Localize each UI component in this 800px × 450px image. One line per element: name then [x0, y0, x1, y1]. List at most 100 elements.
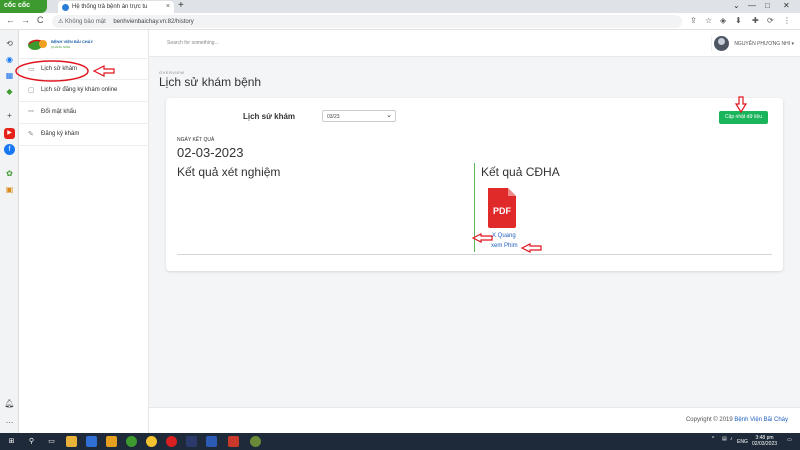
add-icon[interactable]: +: [4, 110, 15, 121]
back-button[interactable]: ←: [6, 15, 15, 25]
result-date-label: NGÀY KẾT QUẢ: [177, 137, 215, 143]
avatar: [714, 36, 730, 51]
sidebar-item-exam-history[interactable]: ▭ Lịch sử khám: [19, 58, 149, 80]
user-name: NGUYỄN PHƯƠNG NHI ▾: [734, 41, 794, 47]
tray-app-icon[interactable]: [250, 436, 261, 447]
pdf-file-icon[interactable]: PDF: [486, 188, 518, 228]
main-content: Search for something... NGUYỄN PHƯƠNG NH…: [149, 30, 800, 433]
reload-button[interactable]: C: [37, 15, 44, 25]
sidebar-item-online-registration-history[interactable]: ▢ Lịch sử đăng ký khám online: [19, 80, 149, 102]
game-icon[interactable]: ◆: [4, 86, 15, 97]
security-label: Không bảo mật: [65, 19, 106, 25]
search-input[interactable]: Search for something...: [167, 40, 219, 46]
history-icon[interactable]: ⟲: [4, 38, 15, 49]
search-icon[interactable]: ⚲: [26, 436, 37, 447]
sidebar-item-register-exam[interactable]: ✎ Đăng ký khám: [19, 124, 149, 146]
window-close-icon[interactable]: ✕: [783, 1, 790, 10]
app-footer: Copyright © 2019 Bệnh Viện Bãi Cháy: [149, 407, 800, 433]
forward-button[interactable]: →: [21, 15, 30, 25]
sidebar-item-label: Lịch sử đăng ký khám online: [41, 87, 118, 93]
browser-side-rail: ⟲ ◉ ▦ ◆ + ▶ f ✿ ▣ 🔔︎ …: [0, 30, 19, 433]
document-icon: ▢: [28, 87, 35, 94]
clock-date: 02/03/2023: [752, 441, 778, 447]
app-icon[interactable]: [106, 436, 117, 447]
update-data-button[interactable]: Cập nhật dữ liệu: [719, 111, 768, 124]
xquang-link[interactable]: X Quang: [492, 233, 516, 239]
tab-close-icon[interactable]: ×: [166, 3, 170, 10]
windows-start-icon[interactable]: ⊞: [6, 436, 17, 447]
browser-tabbar: cốc cốc Hệ thống trả bệnh án trực tu × +…: [0, 0, 800, 13]
card-heading: Lịch sử khám: [243, 112, 296, 121]
mail-icon[interactable]: [86, 436, 97, 447]
notification-bell-icon[interactable]: 🔔︎: [4, 398, 15, 409]
copyright-text: Copyright © 2019 Bệnh Viện Bãi Cháy: [686, 417, 788, 423]
active-app-icon[interactable]: [228, 436, 239, 447]
page-title: Lịch sử khám bệnh: [159, 75, 262, 89]
youtube-icon[interactable]: ▶: [4, 128, 15, 139]
logo-emblem-icon: [28, 39, 47, 50]
file-explorer-icon[interactable]: [66, 436, 77, 447]
pdf-label: PDF: [493, 206, 512, 216]
card-bottom-divider: [177, 254, 772, 255]
task-view-icon[interactable]: ▭: [46, 436, 57, 447]
logo-subtext: QUẢNG NINH: [51, 45, 71, 49]
word-icon[interactable]: [206, 436, 217, 447]
footer-brand-link[interactable]: Bệnh Viện Bãi Cháy: [734, 417, 788, 423]
window-menu-icon[interactable]: ⌄: [733, 1, 740, 10]
puzzle-icon[interactable]: ✚: [752, 16, 759, 25]
pencil-icon: ✎: [28, 131, 34, 138]
opera-icon[interactable]: [166, 436, 177, 447]
imaging-results-heading: Kết quả CĐHA: [481, 165, 560, 179]
address-bar[interactable]: ⚠ Không bảo mật benhvienbaichay.vn:82/hi…: [52, 15, 682, 28]
warning-icon: ⚠: [58, 19, 66, 25]
download-icon[interactable]: ⬇: [735, 16, 742, 25]
copyright-prefix: Copyright © 2019: [685, 417, 735, 423]
taskbar-clock[interactable]: 3:48 pm 02/03/2023: [752, 435, 777, 447]
sync-icon[interactable]: ⟳: [767, 16, 774, 25]
network-icon[interactable]: ▤: [722, 436, 727, 442]
browser-brand-button[interactable]: cốc cốc: [0, 0, 47, 13]
more-icon[interactable]: …: [4, 415, 15, 426]
period-select[interactable]: 03/23: [322, 110, 396, 122]
coccoc-taskbar-icon[interactable]: [126, 436, 137, 447]
tray-chevron-icon[interactable]: ^: [712, 436, 714, 442]
logo-text: BỆNH VIỆN BÃI CHÁY: [51, 39, 94, 44]
language-indicator[interactable]: ENG: [737, 439, 748, 445]
chrome-icon[interactable]: [146, 436, 157, 447]
exam-history-card: Lịch sử khám 03/23 Cập nhật dữ liệu NGÀY…: [166, 98, 783, 271]
hospital-logo[interactable]: BỆNH VIỆN BÃI CHÁY QUẢNG NINH: [27, 36, 93, 54]
volume-icon[interactable]: ♪: [730, 436, 733, 442]
result-date-value: 02-03-2023: [177, 145, 244, 160]
messenger-icon[interactable]: ◉: [4, 54, 15, 65]
menu-dots-icon[interactable]: ⋮: [783, 16, 791, 25]
browser-toolbar: ← → C ⚠ Không bảo mật benhvienbaichay.vn…: [0, 13, 800, 30]
sidebar-item-label: Lịch sử khám: [41, 66, 78, 72]
url-text: benhvienbaichay.vn:82/history: [113, 19, 194, 25]
coccoc-app-icon[interactable]: ✿: [4, 168, 15, 179]
password-icon: ***: [28, 110, 34, 116]
bookmark-star-icon[interactable]: ☆: [705, 16, 712, 25]
app-sidebar: BỆNH VIỆN BÃI CHÁY QUẢNG NINH ▭ Lịch sử …: [19, 30, 149, 433]
new-tab-button[interactable]: +: [178, 0, 184, 11]
share-icon[interactable]: ⇪: [690, 16, 697, 25]
shop-icon[interactable]: ▣: [4, 184, 15, 195]
view-film-link[interactable]: xem Phim: [491, 243, 518, 249]
browser-tab[interactable]: Hệ thống trả bệnh án trực tu ×: [58, 1, 174, 13]
user-menu[interactable]: NGUYỄN PHƯƠNG NHI ▾: [711, 36, 794, 51]
notification-center-icon[interactable]: ▭: [787, 437, 792, 443]
tab-favicon-icon: [62, 4, 69, 11]
photoshop-icon[interactable]: [186, 436, 197, 447]
calendar-icon: ▭: [28, 66, 35, 73]
window-maximize-icon[interactable]: □: [765, 1, 770, 10]
tab-title: Hệ thống trả bệnh án trực tu: [72, 4, 148, 10]
os-taskbar: ⊞ ⚲ ▭ ^ ▤ ♪ ENG 3:48 pm 02/03/2023 ▭: [0, 433, 800, 450]
lab-results-heading: Kết quả xét nghiệm: [177, 165, 281, 179]
sidebar-item-change-password[interactable]: *** Đổi mật khẩu: [19, 102, 149, 124]
facebook-icon[interactable]: f: [4, 144, 15, 155]
sidebar-item-label: Đổi mật khẩu: [41, 109, 77, 115]
window-minimize-icon[interactable]: —: [748, 1, 756, 10]
section-divider: [474, 163, 475, 252]
extension-icon[interactable]: ◈: [720, 16, 726, 25]
app-topbar: Search for something... NGUYỄN PHƯƠNG NH…: [149, 30, 800, 57]
chart-icon[interactable]: ▦: [4, 70, 15, 81]
